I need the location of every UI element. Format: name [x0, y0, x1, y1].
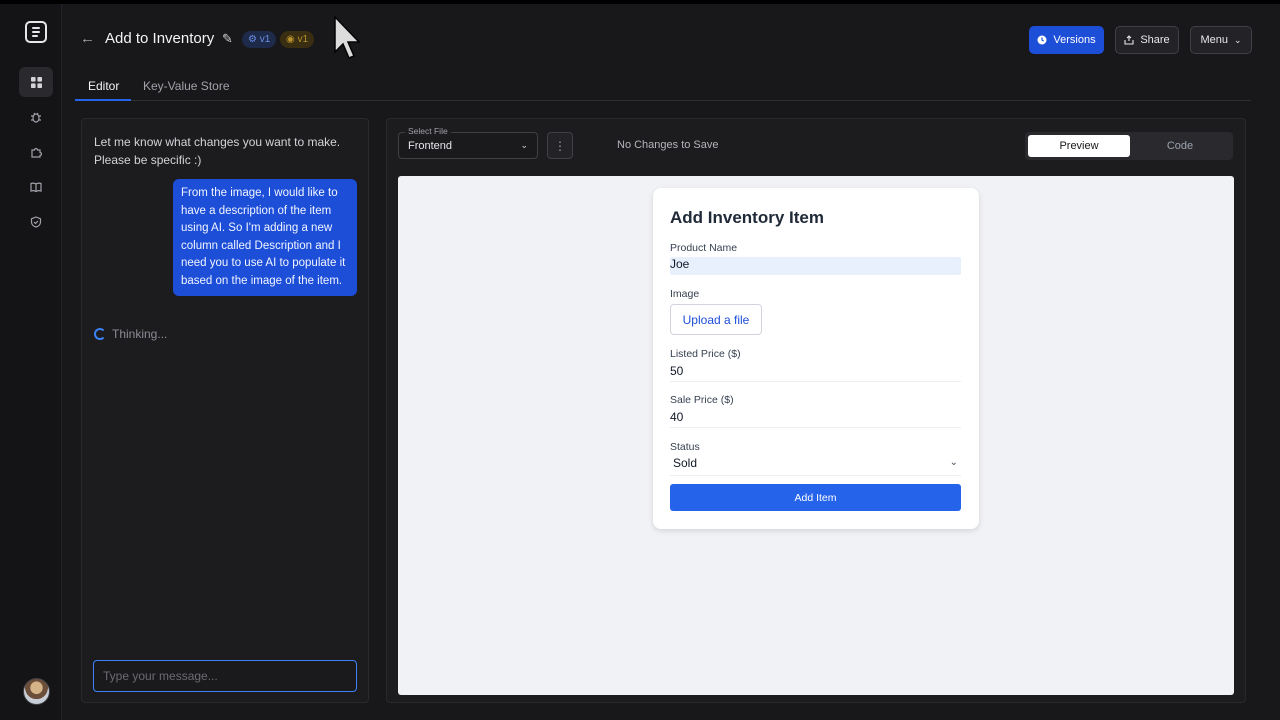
app-window: ← Add to Inventory ✎ ⚙ v1 ◉ v1 Versions …	[0, 4, 1280, 720]
listed-price-label: Listed Price ($)	[670, 348, 741, 360]
add-item-button[interactable]: Add Item	[670, 484, 961, 511]
version-badge: ⚙ v1	[242, 31, 277, 48]
book-icon[interactable]	[19, 172, 53, 202]
menu-label: Menu	[1200, 34, 1228, 46]
grid-icon[interactable]	[19, 67, 53, 97]
spinner-icon	[94, 328, 106, 340]
published-badge-label: v1	[297, 34, 309, 45]
preview-canvas: Add Inventory Item Product Name Joe Imag…	[398, 176, 1234, 695]
editor-panel: Select File Frontend ⌄ ⋮ No Changes to S…	[386, 118, 1246, 703]
clock-icon	[1037, 35, 1047, 45]
listed-price-field[interactable]: 50	[670, 364, 961, 382]
toggle-code[interactable]: Code	[1129, 135, 1231, 157]
versions-label: Versions	[1053, 34, 1096, 46]
toggle-preview[interactable]: Preview	[1028, 135, 1130, 157]
user-message: From the image, I would like to have a d…	[173, 179, 357, 296]
upload-file-button[interactable]: Upload a file	[670, 304, 762, 335]
shield-icon[interactable]	[19, 207, 53, 237]
left-rail	[0, 4, 62, 720]
header: ← Add to Inventory ✎ ⚙ v1 ◉ v1 Versions …	[62, 4, 1280, 70]
view-toggle: Preview Code	[1025, 132, 1233, 160]
status-value: Sold	[673, 456, 698, 470]
chat-panel: Let me know what changes you want to mak…	[81, 118, 369, 703]
inventory-form-card: Add Inventory Item Product Name Joe Imag…	[653, 188, 979, 529]
save-status: No Changes to Save	[617, 139, 719, 151]
sale-price-field[interactable]: 40	[670, 410, 961, 428]
thinking-indicator: Thinking...	[94, 327, 167, 341]
product-name-field[interactable]: Joe	[670, 257, 961, 275]
tab-editor[interactable]: Editor	[88, 79, 119, 93]
product-name-label: Product Name	[670, 242, 738, 254]
back-arrow-icon[interactable]: ←	[80, 30, 95, 47]
sale-price-label: Sale Price ($)	[670, 394, 734, 406]
chat-message-input[interactable]	[93, 660, 357, 692]
file-select-value: Frontend	[408, 140, 453, 152]
share-button[interactable]: Share	[1115, 26, 1179, 54]
assistant-message: Let me know what changes you want to mak…	[94, 135, 341, 167]
more-options-icon[interactable]: ⋮	[547, 132, 573, 159]
avatar[interactable]	[23, 678, 50, 705]
versions-button[interactable]: Versions	[1029, 26, 1104, 54]
active-tab-indicator	[75, 99, 131, 101]
thinking-label: Thinking...	[112, 327, 168, 341]
chevron-down-icon: ⌄	[1233, 34, 1242, 45]
chevron-down-icon: ⌄	[520, 140, 528, 150]
share-label: Share	[1140, 34, 1170, 46]
bug-icon[interactable]	[19, 102, 53, 132]
file-select-label: Select File	[405, 126, 451, 136]
version-badge-label: v1	[259, 34, 271, 45]
file-select[interactable]: Select File Frontend ⌄	[398, 126, 538, 159]
mouse-cursor-icon	[334, 15, 361, 59]
tab-key-value-store[interactable]: Key-Value Store	[143, 79, 230, 93]
form-title: Add Inventory Item	[670, 208, 824, 227]
edit-title-icon[interactable]: ✎	[222, 31, 233, 47]
status-label: Status	[670, 441, 700, 453]
image-label: Image	[670, 288, 700, 300]
published-version-badge: ◉ v1	[280, 31, 315, 48]
tab-bar: Editor Key-Value Store	[75, 70, 1251, 101]
share-icon	[1124, 35, 1134, 45]
logo-icon[interactable]	[25, 21, 47, 43]
status-select[interactable]: Sold ⌄	[670, 456, 961, 476]
menu-button[interactable]: Menu ⌄	[1190, 26, 1252, 54]
page-title: Add to Inventory	[105, 30, 215, 47]
chevron-down-icon: ⌄	[949, 457, 958, 468]
puzzle-icon[interactable]	[19, 137, 53, 167]
